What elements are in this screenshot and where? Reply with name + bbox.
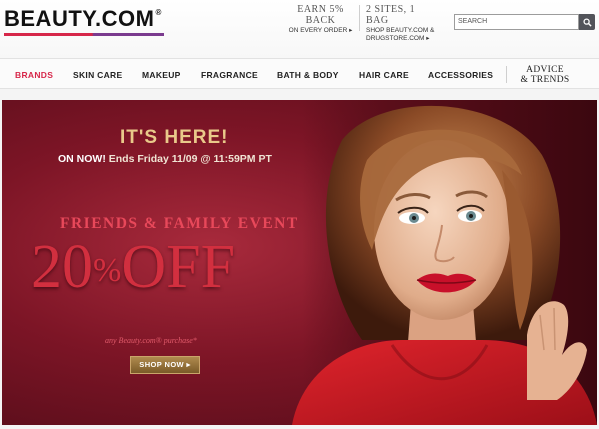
discount-number: 20 <box>31 233 93 301</box>
nav-item-makeup[interactable]: MAKEUP <box>142 70 181 80</box>
advice-line1: ADVICE <box>526 65 564 75</box>
two-sites-line2: DRUGSTORE.COM ▸ <box>366 35 430 42</box>
main-nav: BRANDS SKIN CARE MAKEUP FRAGRANCE BATH &… <box>0 58 599 89</box>
event-title: FRIENDS & FAMILY EVENT <box>60 215 299 232</box>
discount-off: OFF <box>121 233 236 301</box>
discount-percent-sign: % <box>93 252 122 289</box>
hero-banner[interactable]: IT'S HERE! ON NOW! Ends Friday 11/09 @ 1… <box>2 100 597 425</box>
hero-headline: IT'S HERE! <box>120 127 229 148</box>
search-input[interactable]: SEARCH <box>454 14 579 30</box>
earn-back-promo[interactable]: EARN 5% BACK ON EVERY ORDER ▸ <box>288 4 353 35</box>
promo-divider <box>359 5 360 31</box>
logo-underline <box>4 33 164 36</box>
nav-item-skin-care[interactable]: SKIN CARE <box>73 70 122 80</box>
nav-item-advice-trends[interactable]: ADVICE & TRENDS <box>519 65 571 85</box>
ends-text: Ends Friday 11/09 @ 11:59PM PT <box>105 153 272 165</box>
model-photo <box>292 105 597 425</box>
earn-back-subtitle: ON EVERY ORDER ▸ <box>288 27 353 34</box>
logo-text: BEAUTY.COM <box>4 6 155 31</box>
shop-now-button[interactable]: SHOP NOW ▸ <box>130 356 200 374</box>
logo-registered-mark: ® <box>155 8 162 17</box>
sale-end-date: ON NOW! Ends Friday 11/09 @ 11:59PM PT <box>58 153 272 165</box>
search-button[interactable] <box>579 14 595 30</box>
discount-headline: 20%OFF <box>31 232 235 302</box>
site-logo[interactable]: BEAUTY.COM® <box>4 6 162 32</box>
nav-divider <box>506 66 507 83</box>
advice-line2: & TRENDS <box>520 75 570 85</box>
nav-item-bath-body[interactable]: BATH & BODY <box>277 70 339 80</box>
nav-item-brands[interactable]: BRANDS <box>15 70 53 80</box>
nav-item-fragrance[interactable]: FRAGRANCE <box>201 70 258 80</box>
two-sites-promo[interactable]: 2 SITES, 1 BAG SHOP BEAUTY.COM & DRUGSTO… <box>366 4 438 43</box>
two-sites-title: 2 SITES, 1 BAG <box>366 4 416 26</box>
earn-back-title: EARN 5% BACK <box>297 4 344 26</box>
fine-print: any Beauty.com® purchase* <box>105 336 197 345</box>
site-header: BEAUTY.COM® EARN 5% BACK ON EVERY ORDER … <box>0 0 599 58</box>
nav-item-accessories[interactable]: ACCESSORIES <box>428 70 493 80</box>
nav-item-hair-care[interactable]: HAIR CARE <box>359 70 409 80</box>
search-icon <box>582 17 592 27</box>
two-sites-line1: SHOP BEAUTY.COM & <box>366 27 435 34</box>
on-now-label: ON NOW! <box>58 153 106 165</box>
